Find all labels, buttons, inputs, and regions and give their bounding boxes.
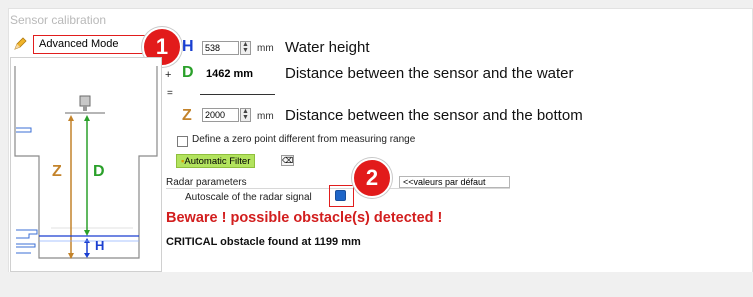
distance-water-value: 1462 mm — [206, 68, 254, 80]
filter-reset-icon[interactable]: ⌫ — [281, 155, 294, 166]
diagram-label-d: D — [93, 163, 105, 180]
mode-selector[interactable]: Advanced Mode — [33, 35, 151, 54]
tank-diagram: Z D H — [10, 57, 162, 272]
zero-point-label: Define a zero point different from measu… — [192, 134, 416, 145]
water-height-description: Water height — [285, 39, 370, 56]
water-height-value: 538 — [205, 43, 221, 53]
sum-divider — [200, 94, 275, 95]
distance-bottom-input[interactable]: 2000 ▲ ▼ — [202, 108, 251, 122]
diagram-label-h: H — [95, 238, 105, 253]
zero-point-checkbox[interactable] — [177, 136, 188, 147]
automatic-filter-label: Automatic Filter — [184, 156, 251, 167]
default-values-button[interactable]: <<valeurs par défaut — [399, 176, 510, 188]
water-height-input[interactable]: 538 ▲ ▼ — [202, 41, 251, 55]
autoscale-highlight — [329, 185, 354, 207]
spin-arrows-icon[interactable]: ▲ ▼ — [240, 41, 251, 55]
step-badge-2: 2 — [352, 158, 392, 198]
water-height-unit: mm — [257, 43, 274, 54]
diagram-label-z: Z — [52, 163, 62, 180]
pencil-icon[interactable] — [12, 36, 28, 52]
plus-sign: + — [165, 69, 172, 81]
distance-bottom-description: Distance between the sensor and the bott… — [285, 107, 583, 124]
letter-d: D — [182, 64, 194, 81]
distance-water-description: Distance between the sensor and the wate… — [285, 65, 574, 82]
obstacle-warning: Beware ! possible obstacle(s) detected ! — [166, 210, 443, 226]
spin-arrows-icon[interactable]: ▲ ▼ — [240, 108, 251, 122]
bottom-strip — [0, 272, 753, 297]
autoscale-label: Autoscale of the radar signal — [185, 192, 312, 203]
panel-title: Sensor calibration — [10, 13, 107, 27]
letter-z: Z — [182, 107, 192, 124]
critical-obstacle-message: CRITICAL obstacle found at 1199 mm — [166, 236, 361, 248]
radar-section-label: Radar parameters — [166, 177, 247, 188]
distance-bottom-unit: mm — [257, 111, 274, 122]
letter-h: H — [182, 38, 194, 55]
automatic-filter-button[interactable]: ▪Automatic Filter — [176, 154, 256, 168]
equals-sign: = — [167, 88, 173, 99]
distance-bottom-value: 2000 — [205, 110, 226, 120]
